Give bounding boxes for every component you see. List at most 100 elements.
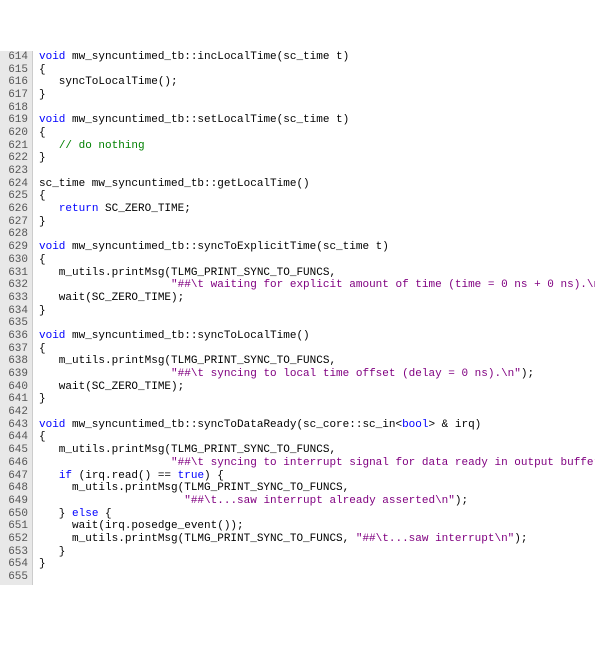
text-token: syncToLocalTime();: [39, 76, 178, 88]
line-number: 642: [4, 406, 28, 419]
text-token: [39, 279, 171, 291]
text-token: [39, 457, 171, 469]
code-line: m_utils.printMsg(TLMG_PRINT_SYNC_TO_FUNC…: [39, 533, 595, 546]
line-number: 614: [4, 51, 28, 64]
text-token: [39, 203, 59, 215]
line-number: 638: [4, 355, 28, 368]
text-token: m_utils.printMsg(TLMG_PRINT_SYNC_TO_FUNC…: [39, 533, 356, 545]
code-line: }: [39, 393, 595, 406]
text-token: sc_time mw_syncuntimed_tb::getLocalTime(…: [39, 178, 310, 190]
code-line: void mw_syncuntimed_tb::syncToDataReady(…: [39, 419, 595, 432]
text-token: }: [39, 508, 72, 520]
code-line: [39, 571, 595, 584]
keyword-token: void: [39, 241, 65, 253]
text-token: m_utils.printMsg(TLMG_PRINT_SYNC_TO_FUNC…: [39, 444, 336, 456]
keyword-token: void: [39, 114, 65, 126]
code-line: wait(SC_ZERO_TIME);: [39, 381, 595, 394]
line-number: 643: [4, 419, 28, 432]
code-line: "##\t syncing to interrupt signal for da…: [39, 457, 595, 470]
code-line: "##\t...saw interrupt already asserted\n…: [39, 495, 595, 508]
text-token: mw_syncuntimed_tb::syncToDataReady(sc_co…: [65, 419, 402, 431]
text-token: SC_ZERO_TIME;: [98, 203, 190, 215]
text-token: );: [521, 368, 534, 380]
code-line: wait(irq.posedge_event());: [39, 520, 595, 533]
code-line: [39, 102, 595, 115]
text-token: }: [39, 546, 65, 558]
code-editor: 6146156166176186196206216226236246256266…: [0, 51, 595, 585]
line-number: 647: [4, 470, 28, 483]
code-line: }: [39, 546, 595, 559]
line-number: 655: [4, 571, 28, 584]
code-line: {: [39, 190, 595, 203]
code-line: if (irq.read() == true) {: [39, 470, 595, 483]
code-line: void mw_syncuntimed_tb::syncToLocalTime(…: [39, 330, 595, 343]
text-token: [39, 470, 59, 482]
code-line: [39, 165, 595, 178]
line-number: 646: [4, 457, 28, 470]
code-line: return SC_ZERO_TIME;: [39, 203, 595, 216]
line-number: 651: [4, 520, 28, 533]
line-number: 630: [4, 254, 28, 267]
code-line: sc_time mw_syncuntimed_tb::getLocalTime(…: [39, 178, 595, 191]
text-token: }: [39, 152, 46, 164]
line-number: 623: [4, 165, 28, 178]
code-line: m_utils.printMsg(TLMG_PRINT_SYNC_TO_FUNC…: [39, 355, 595, 368]
line-number: 631: [4, 267, 28, 280]
code-line: wait(SC_ZERO_TIME);: [39, 292, 595, 305]
string-token: "##\t syncing to local time offset (dela…: [171, 368, 521, 380]
text-token: {: [39, 343, 46, 355]
text-token: {: [39, 127, 46, 139]
string-token: "##\t waiting for explicit amount of tim…: [171, 279, 595, 291]
text-token: m_utils.printMsg(TLMG_PRINT_SYNC_TO_FUNC…: [39, 482, 349, 494]
line-number: 626: [4, 203, 28, 216]
line-number: 644: [4, 431, 28, 444]
line-number: 618: [4, 102, 28, 115]
text-token: ) {: [204, 470, 224, 482]
line-number: 633: [4, 292, 28, 305]
keyword-token: if: [59, 470, 72, 482]
keyword-token: else: [72, 508, 98, 520]
text-token: [39, 140, 59, 152]
line-number: 615: [4, 64, 28, 77]
text-token: }: [39, 89, 46, 101]
line-number: 616: [4, 76, 28, 89]
line-number: 622: [4, 152, 28, 165]
line-number: 645: [4, 444, 28, 457]
code-line: [39, 228, 595, 241]
code-line: }: [39, 305, 595, 318]
line-number: 625: [4, 190, 28, 203]
code-line: m_utils.printMsg(TLMG_PRINT_SYNC_TO_FUNC…: [39, 482, 595, 495]
code-line: m_utils.printMsg(TLMG_PRINT_SYNC_TO_FUNC…: [39, 267, 595, 280]
code-line: {: [39, 127, 595, 140]
text-token: {: [98, 508, 111, 520]
line-number: 652: [4, 533, 28, 546]
code-line: syncToLocalTime();: [39, 76, 595, 89]
code-line: // do nothing: [39, 140, 595, 153]
code-line: "##\t waiting for explicit amount of tim…: [39, 279, 595, 292]
text-token: mw_syncuntimed_tb::setLocalTime(sc_time …: [65, 114, 349, 126]
keyword-token: void: [39, 330, 65, 342]
line-number: 650: [4, 508, 28, 521]
text-token: wait(SC_ZERO_TIME);: [39, 381, 184, 393]
line-number: 629: [4, 241, 28, 254]
line-number: 620: [4, 127, 28, 140]
text-token: [39, 368, 171, 380]
code-line: m_utils.printMsg(TLMG_PRINT_SYNC_TO_FUNC…: [39, 444, 595, 457]
code-line: {: [39, 343, 595, 356]
comment-token: // do nothing: [59, 140, 145, 152]
code-line: [39, 317, 595, 330]
line-number: 627: [4, 216, 28, 229]
code-line: {: [39, 254, 595, 267]
text-token: [39, 495, 184, 507]
line-number: 634: [4, 305, 28, 318]
text-token: {: [39, 64, 46, 76]
text-token: }: [39, 558, 46, 570]
text-token: wait(irq.posedge_event());: [39, 520, 244, 532]
text-token: {: [39, 190, 46, 202]
text-token: }: [39, 305, 46, 317]
text-token: (irq.read() ==: [72, 470, 178, 482]
line-number: 639: [4, 368, 28, 381]
text-token: mw_syncuntimed_tb::incLocalTime(sc_time …: [65, 51, 349, 63]
line-number: 648: [4, 482, 28, 495]
text-token: }: [39, 216, 46, 228]
